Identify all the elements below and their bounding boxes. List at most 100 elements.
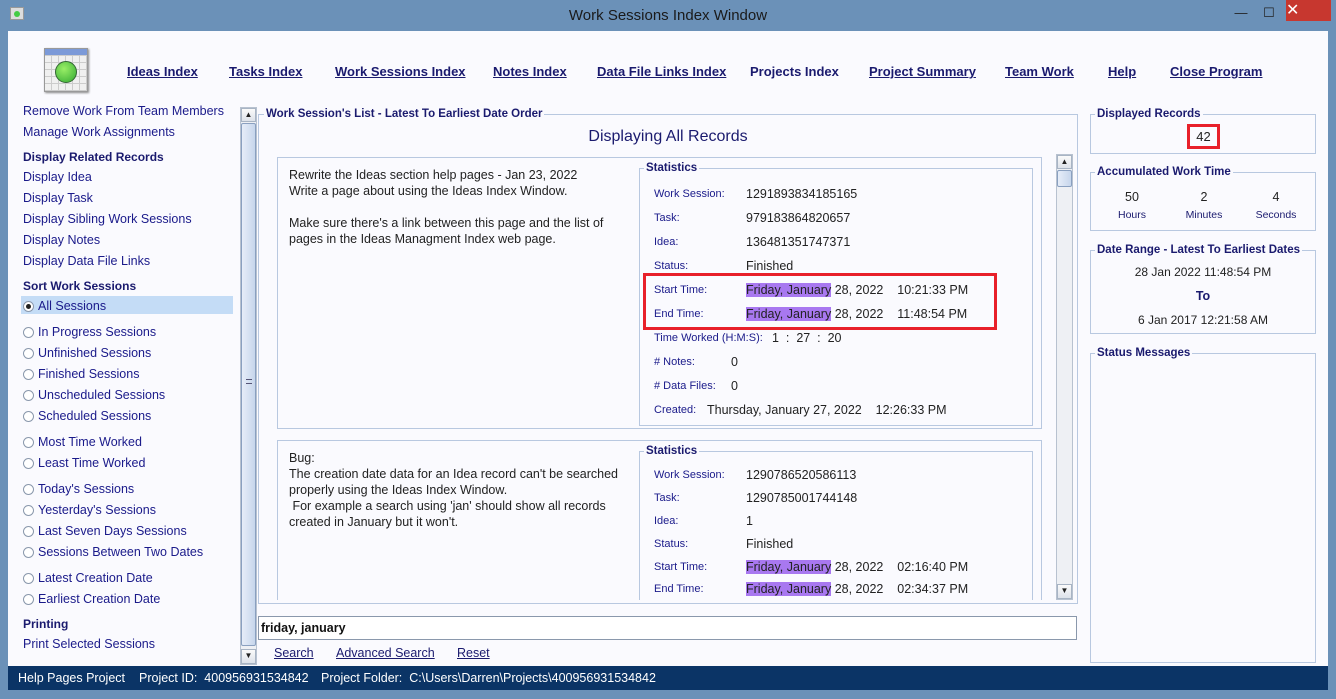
sidebar-display-idea[interactable]: Display Idea xyxy=(23,170,92,184)
accum-hours-label: Hours xyxy=(1117,209,1146,221)
radio-label: Last Seven Days Sessions xyxy=(38,524,187,538)
label-notes: # Notes: xyxy=(654,356,695,368)
radio-icon[interactable] xyxy=(23,546,34,558)
radio-label: Finished Sessions xyxy=(38,367,140,381)
label-status: Status: xyxy=(654,538,689,550)
scroll-up-arrow-icon[interactable]: ▲ xyxy=(1057,155,1072,169)
radio-icon[interactable] xyxy=(23,347,34,359)
status-bar: Help Pages Project Project ID: 400956931… xyxy=(8,666,1328,690)
record-card[interactable]: Bug: The creation date data for an Idea … xyxy=(277,440,1042,600)
radio-label: In Progress Sessions xyxy=(38,325,157,339)
minimize-button[interactable]: — xyxy=(1228,4,1254,22)
list-scrollbar[interactable]: ▲ ▼ xyxy=(1056,154,1073,600)
sort-unscheduled[interactable]: Unscheduled Sessions xyxy=(23,388,165,402)
value-status: Finished xyxy=(746,259,794,273)
scroll-up-arrow-icon[interactable]: ▲ xyxy=(241,108,256,122)
scrollbar-thumb[interactable] xyxy=(241,123,256,646)
value-idea: 136481351747371 xyxy=(746,235,851,249)
sort-between-dates[interactable]: Sessions Between Two Dates xyxy=(23,545,203,559)
label-end-time: End Time: xyxy=(654,583,704,595)
sidebar-print-selected[interactable]: Print Selected Sessions xyxy=(23,637,155,651)
nav-project-summary[interactable]: Project Summary xyxy=(869,64,976,79)
radio-icon[interactable] xyxy=(23,483,34,495)
nav-notes-index[interactable]: Notes Index xyxy=(493,64,567,79)
description-line: Write a page about using the Ideas Index… xyxy=(289,184,568,198)
label-work-session: Work Session: xyxy=(654,188,725,200)
radio-icon[interactable] xyxy=(23,389,34,401)
sort-all-sessions[interactable]: All Sessions xyxy=(23,299,106,313)
title-bar[interactable]: Work Sessions Index Window — ☐ ✕ xyxy=(0,0,1336,31)
radio-label: Latest Creation Date xyxy=(38,571,153,585)
nav-data-file-links-index[interactable]: Data File Links Index xyxy=(597,64,726,79)
sort-most-time[interactable]: Most Time Worked xyxy=(23,435,142,449)
sort-last-seven-days[interactable]: Last Seven Days Sessions xyxy=(23,524,187,538)
status-messages-box xyxy=(1090,353,1316,663)
radio-icon[interactable] xyxy=(23,593,34,605)
record-card[interactable]: Rewrite the Ideas section help pages - J… xyxy=(277,157,1042,429)
radio-label: All Sessions xyxy=(38,299,107,313)
sort-latest-creation[interactable]: Latest Creation Date xyxy=(23,571,153,585)
record-description: Rewrite the Ideas section help pages - J… xyxy=(289,167,603,247)
accum-minutes: 2 xyxy=(1200,190,1208,204)
sidebar-display-task[interactable]: Display Task xyxy=(23,191,93,205)
label-status: Status: xyxy=(654,260,689,272)
close-button[interactable]: ✕ xyxy=(1286,0,1331,21)
nav-team-work[interactable]: Team Work xyxy=(1005,64,1074,79)
sort-in-progress[interactable]: In Progress Sessions xyxy=(23,325,156,339)
radio-icon[interactable] xyxy=(23,504,34,516)
nav-work-sessions-index[interactable]: Work Sessions Index xyxy=(335,64,466,79)
value-end-time: Friday, January 28, 2022 02:34:37 PM xyxy=(746,582,968,596)
sidebar-display-notes[interactable]: Display Notes xyxy=(23,233,100,247)
sort-scheduled[interactable]: Scheduled Sessions xyxy=(23,409,151,423)
list-viewport: Bug: The creation date data for an Idea … xyxy=(277,440,1047,600)
sidebar-display-data-file-links[interactable]: Display Data File Links xyxy=(23,254,150,268)
radio-icon[interactable] xyxy=(23,326,34,338)
sort-finished[interactable]: Finished Sessions xyxy=(23,367,139,381)
displayed-records-title: Displayed Records xyxy=(1095,108,1203,120)
radio-label: Unfinished Sessions xyxy=(38,346,152,360)
sort-earliest-creation[interactable]: Earliest Creation Date xyxy=(23,592,160,606)
sidebar-manage-assignments[interactable]: Manage Work Assignments xyxy=(23,125,175,139)
date-range-latest: 28 Jan 2022 11:48:54 PM xyxy=(1134,265,1272,279)
value-created: Thursday, January 27, 2022 12:26:33 PM xyxy=(707,403,947,417)
advanced-search-button[interactable]: Advanced Search xyxy=(336,646,435,660)
nav-tasks-index[interactable]: Tasks Index xyxy=(229,64,302,79)
end-time-rest: 28, 2022 02:34:37 PM xyxy=(834,582,969,596)
nav-close-program[interactable]: Close Program xyxy=(1170,64,1262,79)
radio-icon[interactable] xyxy=(23,525,34,537)
search-button[interactable]: Search xyxy=(274,646,314,660)
maximize-button[interactable]: ☐ xyxy=(1256,4,1282,22)
description-line: pages in the Ideas Managment Index web p… xyxy=(289,232,556,246)
sort-unfinished[interactable]: Unfinished Sessions xyxy=(23,346,151,360)
hours: 1 xyxy=(772,331,779,345)
radio-selected-icon[interactable] xyxy=(23,300,34,312)
reset-button[interactable]: Reset xyxy=(457,646,490,660)
value-task: 1290785001744148 xyxy=(746,491,858,505)
scroll-down-arrow-icon[interactable]: ▼ xyxy=(1057,584,1072,599)
sidebar-remove-work[interactable]: Remove Work From Team Members xyxy=(23,104,224,118)
sidebar-display-sibling-sessions[interactable]: Display Sibling Work Sessions xyxy=(23,212,192,226)
nav-projects-index[interactable]: Projects Index xyxy=(750,64,839,79)
radio-icon[interactable] xyxy=(23,436,34,448)
search-input[interactable]: friday, january xyxy=(258,616,1077,640)
radio-label: Least Time Worked xyxy=(38,456,146,470)
sort-today[interactable]: Today's Sessions xyxy=(23,482,134,496)
label-time-worked: Time Worked (H:M:S): xyxy=(654,332,763,344)
date-range-to: To xyxy=(1195,289,1211,303)
scrollbar-thumb[interactable] xyxy=(1057,170,1072,187)
sidebar-scrollbar[interactable]: ▲ ▼ xyxy=(240,107,257,665)
sort-sessions-header: Sort Work Sessions xyxy=(23,279,137,293)
sort-yesterday[interactable]: Yesterday's Sessions xyxy=(23,503,156,517)
nav-ideas-index[interactable]: Ideas Index xyxy=(127,64,198,79)
nav-help[interactable]: Help xyxy=(1108,64,1136,79)
radio-icon[interactable] xyxy=(23,457,34,469)
radio-icon[interactable] xyxy=(23,368,34,380)
label-work-session: Work Session: xyxy=(654,469,725,481)
radio-icon[interactable] xyxy=(23,572,34,584)
status-messages-title: Status Messages xyxy=(1095,347,1193,359)
record-description: Bug: The creation date data for an Idea … xyxy=(289,450,618,530)
date-range-earliest: 6 Jan 2017 12:21:58 AM xyxy=(1137,313,1269,327)
radio-icon[interactable] xyxy=(23,410,34,422)
scroll-down-arrow-icon[interactable]: ▼ xyxy=(241,649,256,664)
sort-least-time[interactable]: Least Time Worked xyxy=(23,456,145,470)
